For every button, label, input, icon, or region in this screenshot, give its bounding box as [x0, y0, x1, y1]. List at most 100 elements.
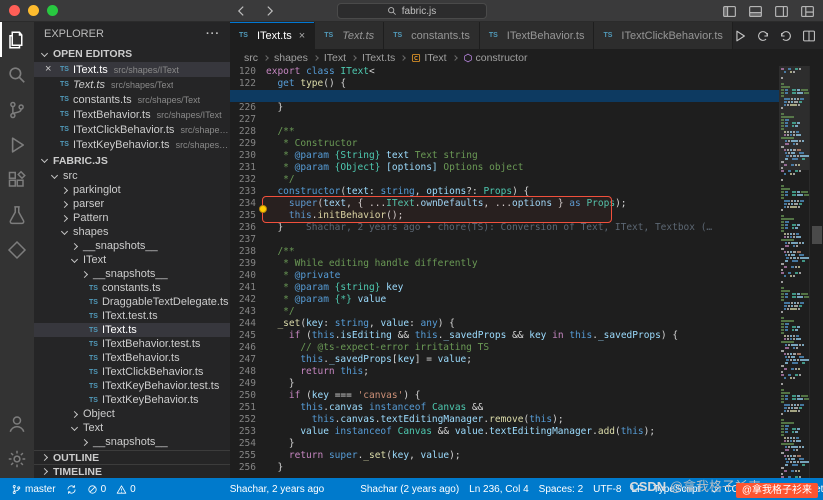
code-line-120[interactable]: 120 export class IText< [230, 66, 779, 78]
open-editor-item[interactable]: TSITextKeyBehavior.ts src/shapes/IText [34, 137, 230, 152]
open-editors-header[interactable]: OPEN EDITORS [34, 46, 230, 62]
tree-item-Object[interactable]: Object [34, 407, 230, 421]
tree-item-src[interactable]: src [34, 169, 230, 183]
open-editor-item[interactable]: × TS IText.ts src/shapes/IText [34, 62, 230, 77]
activity-testing[interactable] [0, 197, 34, 232]
tree-item-IText.ts[interactable]: TS IText.ts [34, 323, 230, 337]
tree-item-__snapshots__[interactable]: __snapshots__ [34, 239, 230, 253]
toggle-sidebar-icon[interactable] [722, 4, 737, 19]
scrollbar-thumb[interactable] [812, 226, 822, 244]
code-line-230[interactable]: 230 * @param {String} text Text string [230, 150, 779, 162]
outline-section-header[interactable]: OUTLINE [34, 450, 230, 464]
code-line-226[interactable]: 226 } [230, 102, 779, 114]
split-editor-icon[interactable] [802, 29, 816, 43]
status-0[interactable]: 0 [82, 484, 112, 495]
activity-account[interactable] [0, 406, 34, 441]
status-sync[interactable] [61, 484, 82, 495]
code-line-243[interactable]: 243 */ [230, 306, 779, 318]
code-line-122[interactable]: 122 get type() { [230, 78, 779, 90]
editor-scrollbar[interactable] [809, 66, 823, 478]
code-line-233[interactable]: 233 constructor(text: string, options?: … [230, 186, 779, 198]
forward-icon[interactable] [263, 4, 277, 18]
code-line-245[interactable]: 245 if (this.isEditing && this._savedPro… [230, 330, 779, 342]
code-line-255[interactable]: 255 return super._set(key, value); [230, 450, 779, 462]
open-editor-item[interactable]: TSITextClickBehavior.ts src/shapes/IText [34, 122, 230, 137]
close-tab-icon[interactable]: × [299, 30, 305, 42]
tree-item-IText.test.ts[interactable]: TS IText.test.ts [34, 309, 230, 323]
activity-codegeex[interactable] [0, 232, 34, 267]
zoom-window-button[interactable] [47, 5, 58, 16]
code-line-236[interactable]: 236 } Shachar, 2 years ago • chore(TS): … [230, 222, 779, 234]
tree-item-__snapshots__[interactable]: __snapshots__ [34, 435, 230, 449]
timeline-section-header[interactable]: TIMELINE [34, 464, 230, 478]
code-line-227[interactable]: 227 [230, 114, 779, 126]
tree-item-ITextKeyBehavior.test.ts[interactable]: TS ITextKeyBehavior.test.ts [34, 379, 230, 393]
command-center[interactable]: fabric.js [336, 3, 487, 19]
open-editor-item[interactable]: TS Text.ts src/shapes/Text [34, 77, 230, 92]
tree-item-constants.ts[interactable]: TS constants.ts [34, 281, 230, 295]
tree-item-ITextBehavior.test.ts[interactable]: TS ITextBehavior.test.ts [34, 337, 230, 351]
code-line-246[interactable]: 246 // @ts-expect-error irritating TS [230, 342, 779, 354]
customize-layout-icon[interactable] [800, 4, 815, 19]
status-ln-236-col-4[interactable]: Ln 236, Col 4 [464, 484, 534, 495]
tree-item-Text[interactable]: Text [34, 421, 230, 435]
code-line-238[interactable]: 238 /** [230, 246, 779, 258]
tree-item-ITextKeyBehavior.ts[interactable]: TS ITextKeyBehavior.ts [34, 393, 230, 407]
code-line-235[interactable]: 235 this.initBehavior(); [230, 210, 779, 222]
code-line-229[interactable]: 229 * Constructor [230, 138, 779, 150]
code-line-241[interactable]: 241 * @param {string} key [230, 282, 779, 294]
project-section-header[interactable]: FABRIC.JS [34, 152, 230, 169]
nav-back-icon[interactable] [756, 29, 770, 43]
code-line-237[interactable]: 237 [230, 234, 779, 246]
status-shachar-2-years-ago[interactable]: Shachar, 2 years ago [225, 484, 330, 495]
tab-Text.ts[interactable]: TS Text.ts [315, 22, 385, 49]
tree-item-DraggableTextDelegate.ts[interactable]: TS DraggableTextDelegate.ts [34, 295, 230, 309]
breadcrumb-item[interactable]: IText [411, 52, 447, 64]
code-line-234[interactable]: 234 super(text, { ...IText.ownDefaults, … [230, 198, 779, 210]
toggle-secondary-sidebar-icon[interactable] [774, 4, 789, 19]
status-spaces-2[interactable]: Spaces: 2 [534, 484, 588, 495]
tree-item-ITextClickBehavior.ts[interactable]: TS ITextClickBehavior.ts [34, 365, 230, 379]
status-shachar-2-years-ago[interactable]: Shachar (2 years ago) [355, 484, 464, 495]
minimap[interactable] [779, 66, 809, 478]
tab-ITextClickBehavior.ts[interactable]: TS ITextClickBehavior.ts [594, 22, 733, 49]
code-line[interactable] [230, 90, 779, 102]
code-line-254[interactable]: 254 } [230, 438, 779, 450]
code-line-240[interactable]: 240 * @private [230, 270, 779, 282]
code-line-250[interactable]: 250 if (key === 'canvas') { [230, 390, 779, 402]
code-line-232[interactable]: 232 */ [230, 174, 779, 186]
lightbulb-icon[interactable] [259, 205, 267, 213]
tab-ITextBehavior.ts[interactable]: TS ITextBehavior.ts [479, 22, 595, 49]
code-line-253[interactable]: 253 value instanceof Canvas && value.tex… [230, 426, 779, 438]
activity-settings[interactable] [0, 441, 34, 476]
sidebar-more-actions-icon[interactable]: ··· [206, 28, 220, 40]
code-line-239[interactable]: 239 * While editing handle differently [230, 258, 779, 270]
code-line-244[interactable]: 244 _set(key: string, value: any) { [230, 318, 779, 330]
activity-explorer[interactable] [0, 22, 34, 57]
back-icon[interactable] [234, 4, 248, 18]
tab-constants.ts[interactable]: TS constants.ts [384, 22, 480, 49]
open-editor-item[interactable]: TS constants.ts src/shapes/Text [34, 92, 230, 107]
run-icon[interactable] [733, 29, 747, 43]
breadcrumb-item[interactable]: src [244, 52, 258, 64]
tree-item-Pattern[interactable]: Pattern [34, 211, 230, 225]
breadcrumb-item[interactable]: shapes [274, 52, 308, 64]
code-line-249[interactable]: 249 } [230, 378, 779, 390]
activity-search[interactable] [0, 57, 34, 92]
breadcrumb-item[interactable]: IText.ts [362, 52, 395, 64]
status-master[interactable]: master [6, 484, 61, 495]
tab-IText.ts[interactable]: TS IText.ts × [230, 22, 316, 49]
tree-item-IText[interactable]: IText [34, 253, 230, 267]
breadcrumb-item[interactable]: constructor [463, 52, 527, 64]
tree-item-ITextBehavior.ts[interactable]: TS ITextBehavior.ts [34, 351, 230, 365]
code-line-252[interactable]: 252 this.canvas.textEditingManager.remov… [230, 414, 779, 426]
activity-source-control[interactable] [0, 92, 34, 127]
tree-item-shapes[interactable]: shapes [34, 225, 230, 239]
code-line-256[interactable]: 256 } [230, 462, 779, 474]
close-window-button[interactable] [9, 5, 20, 16]
code-line-231[interactable]: 231 * @param {Object} [options] Options … [230, 162, 779, 174]
code-line-228[interactable]: 228 /** [230, 126, 779, 138]
code-line-248[interactable]: 248 return this; [230, 366, 779, 378]
activity-run-debug[interactable] [0, 127, 34, 162]
close-editor-icon[interactable]: × [45, 62, 51, 77]
